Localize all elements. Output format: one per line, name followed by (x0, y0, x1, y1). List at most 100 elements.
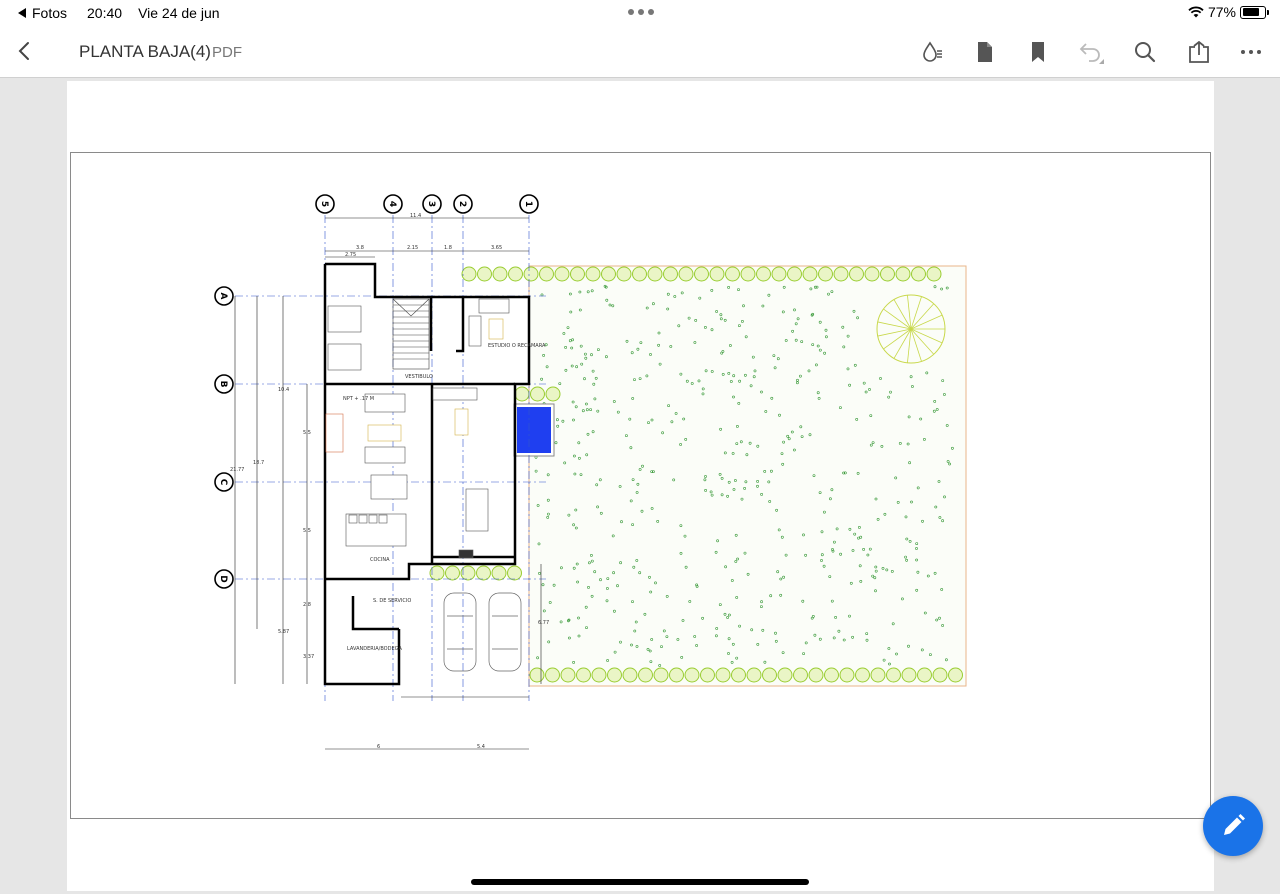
document-title: PLANTA BAJA(4) (79, 42, 211, 61)
battery-icon (1240, 5, 1269, 19)
dim-left-4: 5.5 (303, 430, 311, 436)
hedge-shrub (824, 667, 839, 683)
hedge-shrub (886, 667, 901, 683)
dim-top-total: 11.4 (410, 213, 421, 219)
hedge-shrub (756, 266, 771, 282)
hedge-shrub (911, 266, 926, 282)
back-to-app-icon[interactable] (18, 8, 26, 18)
room-cocina: COCINA (370, 557, 390, 563)
hedge-shrub (507, 565, 522, 581)
hedge-shrub (802, 266, 818, 282)
edit-fab-button[interactable] (1203, 796, 1263, 856)
hedge-shrub (839, 667, 855, 683)
hedge-shrub (491, 565, 507, 581)
car-parking (443, 592, 522, 672)
hedge-shrub (793, 667, 808, 683)
hedge-shrub (461, 266, 477, 282)
dim-top-3: 1.8 (444, 245, 452, 251)
hedge-shrub (560, 667, 576, 683)
search-icon[interactable] (1131, 38, 1159, 66)
hedge-shrub (663, 266, 678, 282)
axis-bubble-5: 5 (315, 194, 335, 214)
hedge-shrub (787, 266, 802, 282)
hedge-shrub (638, 667, 653, 683)
hedge-shrub (539, 266, 554, 282)
dim-top-5: 2.75 (345, 252, 356, 258)
dim-left-1: 21.77 (230, 467, 244, 473)
document-type: PDF (212, 44, 242, 61)
battery-percent: 77% (1207, 4, 1236, 20)
page-icon[interactable] (971, 38, 999, 66)
hedge-shrub (678, 266, 694, 282)
hedge-shrub (523, 266, 539, 282)
svg-text:A: A (218, 293, 228, 300)
hedge-shrub (576, 667, 591, 683)
hedge-shrub (740, 266, 756, 282)
document-toolbar: PLANTA BAJA(4) PDF (0, 26, 1280, 78)
hedge-shrub (529, 667, 545, 683)
axis-bubble-1: 1 (519, 194, 539, 214)
svg-text:D: D (218, 575, 228, 582)
back-chevron-icon[interactable] (14, 40, 36, 62)
hedge-shrub (632, 266, 647, 282)
hedge-shrub (901, 667, 917, 683)
hedge-shrub (932, 667, 948, 683)
dim-top-1: 3.8 (356, 245, 364, 251)
svg-text:C: C (218, 479, 228, 486)
hedge-shrub (591, 667, 607, 683)
hedge-shrub (864, 266, 880, 282)
hedge-shrub (570, 266, 585, 282)
floor-plan-drawing: 5 4 3 2 1ABCD 11.4 3.8 2.15 1.8 3.65 2.75 6 … (214, 194, 967, 750)
hedge-shrub (700, 667, 715, 683)
svg-text:1: 1 (523, 201, 533, 207)
dim-left-3: 10.4 (278, 387, 289, 393)
hedge-shrub (715, 667, 731, 683)
ink-drop-icon[interactable] (918, 38, 946, 66)
svg-text:3: 3 (426, 201, 436, 207)
dim-top-4: 3.65 (491, 245, 502, 251)
hedge-shrub (508, 266, 523, 282)
undo-icon[interactable] (1078, 38, 1106, 66)
axis-bubble-4: 4 (383, 194, 403, 214)
multitasking-dots-icon[interactable] (628, 9, 654, 15)
hedge-shrub (585, 266, 601, 282)
hedge-shrub (601, 266, 616, 282)
svg-text:2: 2 (457, 201, 467, 207)
room-estudio: ESTUDIO O RECAMARA (488, 343, 546, 349)
pencil-icon (1224, 814, 1245, 835)
share-icon[interactable] (1185, 38, 1213, 66)
dim-right: 6.77 (538, 620, 549, 626)
dim-left-8: 3.37 (303, 654, 314, 660)
hedge-shrub (514, 386, 530, 402)
dim-left-2: 18.7 (253, 460, 264, 466)
room-servicio: S. DE SERVICIO (373, 598, 411, 604)
dim-left-6: 2.8 (303, 602, 311, 608)
hedge-shrub (746, 667, 762, 683)
home-indicator[interactable] (471, 879, 809, 885)
furniture (325, 298, 510, 559)
hedge-shrub (917, 667, 932, 683)
hedge-shrub (818, 266, 833, 282)
back-to-app-label[interactable]: Fotos (32, 5, 67, 21)
hedge-shrub (545, 667, 560, 683)
hedge-shrub (855, 667, 870, 683)
hedge-shrub (709, 266, 725, 282)
hedge-shrub (762, 667, 777, 683)
hedge-shrub (492, 266, 508, 282)
dim-left-5: 5.5 (303, 528, 311, 534)
bookmark-icon[interactable] (1024, 38, 1052, 66)
dim-left-7: 5.87 (278, 629, 289, 635)
axis-bubble-A: A (214, 286, 234, 306)
hedge-shrub (554, 266, 570, 282)
hedge-shrub (731, 667, 746, 683)
dim-bottom-2: 5.4 (477, 744, 485, 750)
hedge-shrub (808, 667, 824, 683)
hedge-shrub (870, 667, 886, 683)
dim-top-2: 2.15 (407, 245, 418, 251)
hedge-shrub (607, 667, 622, 683)
garden-area (528, 265, 967, 687)
hedge-shrub (653, 667, 669, 683)
hedge-shrub (476, 565, 491, 581)
more-icon[interactable] (1237, 38, 1265, 66)
svg-text:4: 4 (387, 201, 397, 207)
